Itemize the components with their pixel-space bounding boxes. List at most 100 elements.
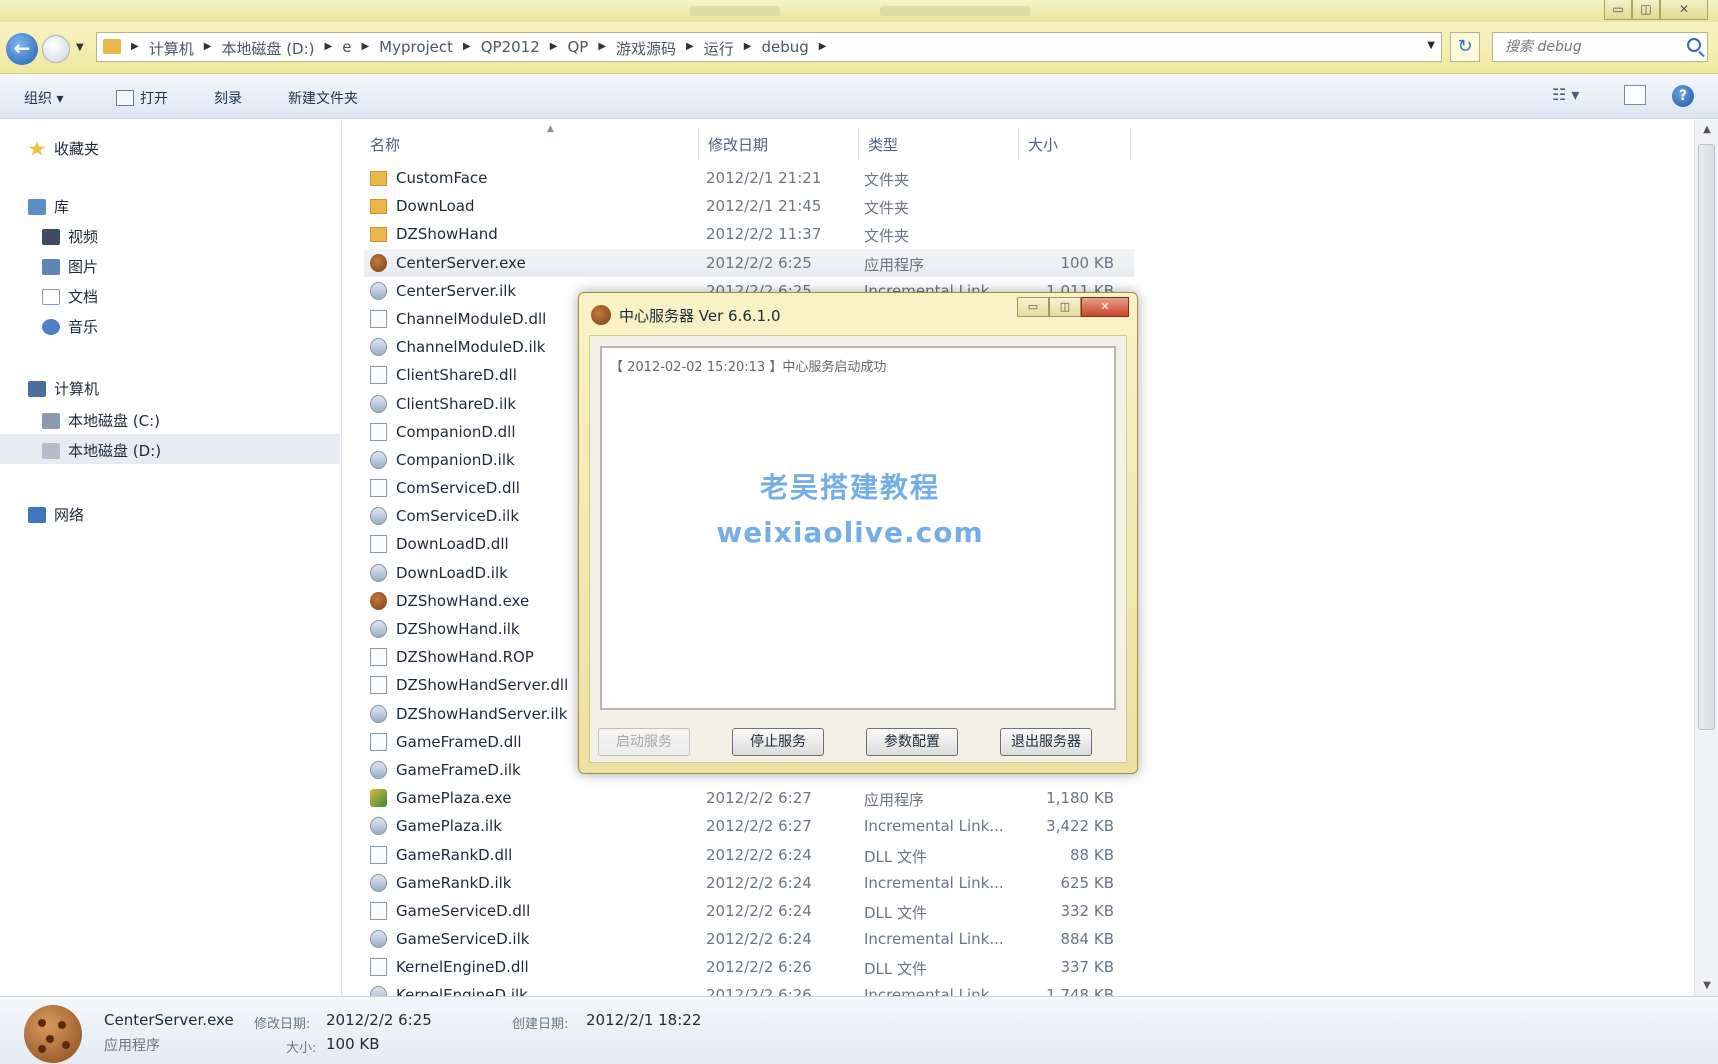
file-row[interactable]: GameRankD.ilk 2012/2/2 6:24 Incremental Li… [364,869,1134,897]
vertical-scrollbar[interactable]: ▲ ▼ [1694,120,1718,996]
maximize-button[interactable]: ◫ [1632,0,1660,20]
config-button[interactable]: 参数配置 [866,728,958,756]
breadcrumb-separator-icon[interactable]: ▶ [357,38,373,59]
dll-file-icon [370,479,387,498]
scroll-thumb[interactable] [1698,144,1715,730]
nav-item-music[interactable]: 音乐 [42,316,98,337]
nav-drive-d[interactable]: 本地磁盘 (D:) [0,434,340,464]
file-date: 2012/2/2 11:37 [706,225,822,244]
dialog-close-button[interactable]: ✕ [1081,297,1129,317]
nav-computer[interactable]: 计算机 [28,378,99,399]
column-divider[interactable] [698,128,699,160]
exit-server-button[interactable]: 退出服务器 [1000,728,1092,756]
nav-item-pictures[interactable]: 图片 [42,256,98,277]
nav-favorites[interactable]: 收藏夹 [28,138,99,159]
file-row[interactable]: DZShowHand 2012/2/2 11:37 文件夹 [364,220,1134,248]
file-row[interactable]: KernelEngineD.dll 2012/2/2 6:26 DLL 文件 337 … [364,953,1134,981]
search-icon[interactable] [1687,38,1701,52]
search-input[interactable] [1493,33,1673,61]
breadcrumb-separator-icon[interactable]: ▶ [321,38,337,59]
file-type: Incremental Link... [864,817,1004,836]
dialog-minimize-button[interactable]: ▭ [1017,297,1049,317]
column-headers: ▲ 名称 修改日期 类型 大小 [362,124,1132,160]
column-header-date[interactable]: 修改日期 [708,134,768,155]
breadcrumb-item[interactable]: QP2012 [475,38,546,59]
scroll-up-icon[interactable]: ▲ [1695,120,1718,140]
preview-pane-button[interactable] [1624,85,1646,105]
column-header-name[interactable]: 名称 [370,134,400,155]
organize-button[interactable]: 组织 ▾ [24,88,63,108]
nav-computer-label: 计算机 [54,380,100,398]
ilk-file-icon [370,704,387,723]
forward-button[interactable] [42,35,70,63]
column-header-type[interactable]: 类型 [868,134,898,155]
breadcrumb-separator-icon[interactable]: ▶ [546,38,562,59]
view-options-button[interactable]: ☷ ▾ [1552,85,1579,104]
column-divider[interactable] [1018,128,1019,160]
log-line: 【 2012-02-02 15:20:13 】中心服务启动成功 [610,360,887,375]
help-button[interactable]: ? [1672,85,1694,107]
dialog-window-controls: ▭ ◫ ✕ [1017,297,1129,317]
file-name: CompanionD.ilk [396,450,515,469]
breadcrumb-separator-icon[interactable]: ▶ [682,38,698,59]
new-folder-button[interactable]: 新建文件夹 [288,88,358,108]
file-row[interactable]: GamePlaza.exe 2012/2/2 6:27 应用程序 1,180 KB [364,784,1134,812]
stop-service-button[interactable]: 停止服务 [732,728,824,756]
address-dropdown-icon[interactable]: ▼ [1427,40,1435,51]
file-row[interactable]: GameServiceD.ilk 2012/2/2 6:24 Incremental… [364,925,1134,953]
dialog-title-text: 中心服务器 Ver 6.6.1.0 [619,307,781,325]
file-date: 2012/2/2 6:27 [706,789,812,808]
refresh-button[interactable]: ↻ [1450,32,1480,62]
start-service-button[interactable]: 启动服务 [598,728,690,756]
breadcrumb-separator-icon[interactable]: ▶ [815,38,831,59]
breadcrumb-item[interactable]: 游戏源码 [610,38,682,59]
dialog-maximize-button[interactable]: ◫ [1049,297,1081,317]
nav-libraries[interactable]: 库 [28,196,69,217]
breadcrumb-separator-icon[interactable]: ▶ [459,38,475,59]
breadcrumb-item[interactable]: 运行 [698,38,740,59]
nav-item-documents[interactable]: 文档 [42,286,98,307]
file-name: CompanionD.dll [396,422,516,441]
watermark-line1: 老吴搭建教程 [759,471,940,504]
folder-icon [103,39,121,54]
open-button[interactable]: 打开 [116,88,168,108]
breadcrumb-item[interactable]: QP [561,38,594,59]
nav-item-videos[interactable]: 视频 [42,226,98,247]
file-date: 2012/2/2 6:24 [706,901,812,920]
breadcrumb-item[interactable]: e [336,38,357,59]
breadcrumb-separator-icon[interactable]: ▶ [594,38,610,59]
column-divider[interactable] [1130,128,1131,160]
file-row[interactable]: CenterServer.exe 2012/2/2 6:25 应用程序 100 KB [364,248,1134,277]
burn-button[interactable]: 刻录 [214,88,242,108]
breadcrumb-separator-icon[interactable]: ▶ [200,38,216,59]
breadcrumb-item[interactable]: 本地磁盘 (D:) [215,38,320,59]
column-divider[interactable] [858,128,859,160]
file-row[interactable]: GameServiceD.dll 2012/2/2 6:24 DLL 文件 332 K… [364,897,1134,925]
address-field[interactable]: ▶ 计算机 ▶ 本地磁盘 (D:) ▶ e ▶ Myproject ▶ QP2012 ▶ QP ▶ 游戏源… [96,32,1442,62]
file-name: CenterServer.exe [396,253,526,272]
file-row[interactable]: DownLoad 2012/2/1 21:45 文件夹 [364,192,1134,220]
minimize-button[interactable]: ▭ [1604,0,1632,20]
file-name: ComServiceD.dll [396,479,520,498]
breadcrumb-separator-icon[interactable]: ▶ [127,38,143,59]
folder-icon [370,227,387,243]
file-size: 100 KB [1060,253,1114,272]
nav-network[interactable]: 网络 [28,504,84,525]
dialog-title: 中心服务器 Ver 6.6.1.0 [591,305,781,326]
breadcrumb-item[interactable]: Myproject [373,38,459,59]
breadcrumb-item[interactable]: 计算机 [143,38,200,59]
breadcrumb-separator-icon[interactable]: ▶ [740,38,756,59]
nav-drive-c[interactable]: 本地磁盘 (C:) [42,410,160,431]
back-button[interactable]: ← [6,33,38,65]
file-date: 2012/2/2 6:25 [706,253,812,272]
file-row[interactable]: GameRankD.dll 2012/2/2 6:24 DLL 文件 88 KB [364,841,1134,869]
close-button[interactable]: ✕ [1660,0,1708,20]
column-header-size[interactable]: 大小 [1028,134,1058,155]
file-row[interactable]: CustomFace 2012/2/1 21:21 文件夹 [364,164,1134,192]
search-box [1492,32,1708,62]
breadcrumb-item[interactable]: debug [755,38,814,59]
history-dropdown-icon[interactable]: ▼ [76,42,84,53]
scroll-down-icon[interactable]: ▼ [1695,976,1718,996]
file-row[interactable]: GamePlaza.ilk 2012/2/2 6:27 Incremental Li… [364,812,1134,840]
command-bar: 组织 ▾ 打开 刻录 新建文件夹 ☷ ▾ ? [0,75,1718,119]
